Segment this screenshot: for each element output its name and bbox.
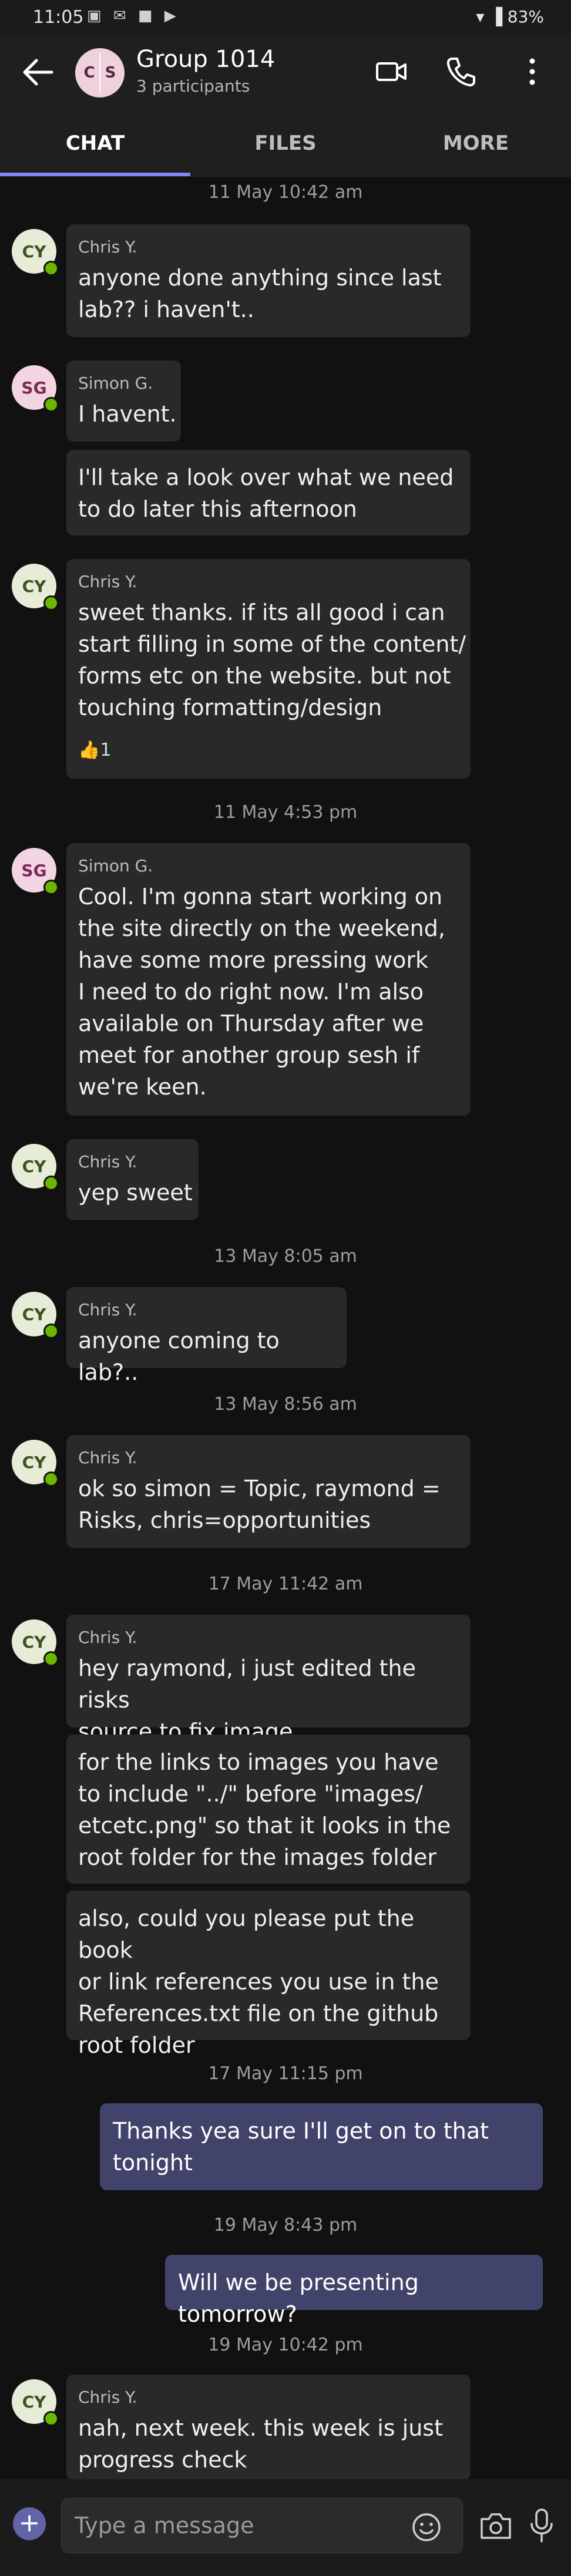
message-text: also, could you please put the book or l… [78, 1905, 439, 2058]
message-text: hey raymond, i just edited the risks sou… [78, 1655, 417, 1745]
message-text: sweet thanks. if its all good i can star… [78, 600, 466, 720]
message-text: Will we be presenting tomorrow? [178, 2269, 419, 2327]
message-text: yep sweet [78, 1180, 193, 1205]
active-tab-indicator [0, 173, 190, 176]
avatar[interactable]: CY [12, 1144, 59, 1191]
avatar-divider [99, 53, 100, 93]
sender-name: Chris Y. [78, 1448, 137, 1467]
video-call-icon[interactable] [372, 53, 410, 90]
camera-icon[interactable] [478, 2510, 513, 2543]
timestamp: 13 May 8:56 am [214, 1394, 357, 1415]
tab-more[interactable]: MORE [381, 110, 571, 176]
avatar[interactable]: CY [12, 229, 59, 276]
presence-icon [43, 2411, 59, 2426]
message-bubble[interactable]: for the links to images you have to incl… [66, 1735, 471, 1884]
chat-header: C S Group 1014 3 participants [0, 36, 571, 110]
message-bubble[interactable]: I'll take a look over what we need to do… [66, 450, 471, 536]
status-time: 11:05 [33, 7, 84, 28]
message-text: Cool. I'm gonna start working on the sit… [78, 884, 445, 1100]
presence-icon [43, 595, 59, 611]
sender-name: Chris Y. [78, 1628, 137, 1647]
group-avatar[interactable]: C S [75, 48, 125, 97]
status-bar: 11:05 ▣ ✉ ■ ▶ ▾ ▐ 83% [0, 0, 571, 36]
message-bubble[interactable]: Simon G. Cool. I'm gonna start working o… [66, 843, 471, 1116]
message-bubble[interactable]: Simon G. I havent. [66, 361, 181, 442]
timestamp: 19 May 10:42 pm [208, 2335, 363, 2355]
back-arrow-icon[interactable] [18, 52, 59, 93]
tab-chat[interactable]: CHAT [0, 110, 190, 176]
message-bubble[interactable]: Chris Y. anyone done anything since last… [66, 224, 471, 337]
sender-name: Chris Y. [78, 237, 137, 257]
add-attachment-button[interactable]: + [13, 2507, 46, 2540]
presence-icon [43, 1471, 59, 1487]
message-text: nah, next week. this week is just progre… [78, 2415, 443, 2473]
sender-name: Chris Y. [78, 1152, 137, 1171]
avatar[interactable]: CY [12, 564, 59, 611]
message-bubble[interactable]: Chris Y. nah, next week. this week is ju… [66, 2375, 471, 2480]
timestamp: 13 May 8:05 am [214, 1246, 357, 1267]
message-text: for the links to images you have to incl… [78, 1749, 451, 1870]
timestamp: 17 May 11:42 am [208, 1574, 363, 1594]
avatar[interactable]: CY [12, 2379, 59, 2426]
message-text: anyone done anything since last lab?? i … [78, 265, 442, 322]
sender-name: Chris Y. [78, 572, 137, 591]
timestamp: 19 May 8:43 pm [213, 2215, 358, 2235]
chat-title[interactable]: Group 1014 [136, 46, 275, 73]
sender-name: Chris Y. [78, 2388, 137, 2407]
message-bubble[interactable]: Chris Y. anyone coming to lab?.. [66, 1287, 347, 1385]
presence-icon [43, 1176, 59, 1191]
timestamp: 17 May 11:15 pm [208, 2063, 363, 2084]
like-reaction[interactable]: 👍1 [78, 740, 111, 760]
message-bubble[interactable]: Chris Y. yep sweet [66, 1139, 199, 1220]
phone-call-icon[interactable] [442, 53, 479, 90]
tab-files[interactable]: FILES [190, 110, 381, 176]
avatar[interactable]: CY [12, 1292, 59, 1339]
avatar-initial-right: S [105, 64, 116, 82]
presence-icon [43, 1324, 59, 1339]
outgoing-message-bubble[interactable]: Thanks yea sure I'll get on to that toni… [100, 2103, 543, 2190]
notification-icons: ▣ ✉ ■ ▶ [87, 7, 180, 25]
timestamp: 11 May 4:53 pm [213, 802, 358, 823]
message-text: I'll take a look over what we need to do… [78, 464, 454, 522]
sender-name: Simon G. [78, 856, 153, 875]
message-bubble[interactable]: Chris Y. sweet thanks. if its all good i… [66, 559, 471, 779]
avatar[interactable]: CY [12, 1619, 59, 1666]
tab-bar: CHAT FILES MORE [0, 110, 571, 177]
message-text: anyone coming to lab?.. [78, 1328, 280, 1385]
signal-icon: ▾ ▐ [476, 7, 502, 26]
avatar[interactable]: SG [12, 365, 59, 412]
compose-bar: + [0, 2479, 571, 2576]
presence-icon [43, 1651, 59, 1666]
participants-count[interactable]: 3 participants [136, 76, 250, 96]
status-right: ▾ ▐ 83% [476, 7, 544, 26]
presence-icon [43, 880, 59, 895]
message-bubble[interactable]: also, could you please put the book or l… [66, 1891, 471, 2058]
avatar[interactable]: CY [12, 1440, 59, 1487]
emoji-icon[interactable] [411, 2512, 442, 2543]
outgoing-message-bubble[interactable]: Will we be presenting tomorrow? [165, 2255, 543, 2327]
message-text: I havent. [78, 401, 177, 427]
timestamp: 11 May 10:42 am [208, 182, 363, 203]
avatar-initial-left: C [83, 64, 95, 82]
presence-icon [43, 261, 59, 276]
avatar[interactable]: SG [12, 848, 59, 895]
sender-name: Chris Y. [78, 1300, 137, 1319]
sender-name: Simon G. [78, 373, 153, 393]
presence-icon [43, 397, 59, 412]
more-options-icon[interactable] [513, 53, 551, 90]
message-text: ok so simon = Topic, raymond = Risks, ch… [78, 1476, 441, 1533]
microphone-icon[interactable] [528, 2507, 556, 2544]
message-bubble[interactable]: Chris Y. ok so simon = Topic, raymond = … [66, 1435, 471, 1548]
message-text: Thanks yea sure I'll get on to that toni… [113, 2118, 489, 2176]
battery-level: 83% [507, 7, 544, 26]
message-input[interactable] [61, 2498, 463, 2553]
message-bubble[interactable]: Chris Y. hey raymond, i just edited the … [66, 1615, 471, 1745]
